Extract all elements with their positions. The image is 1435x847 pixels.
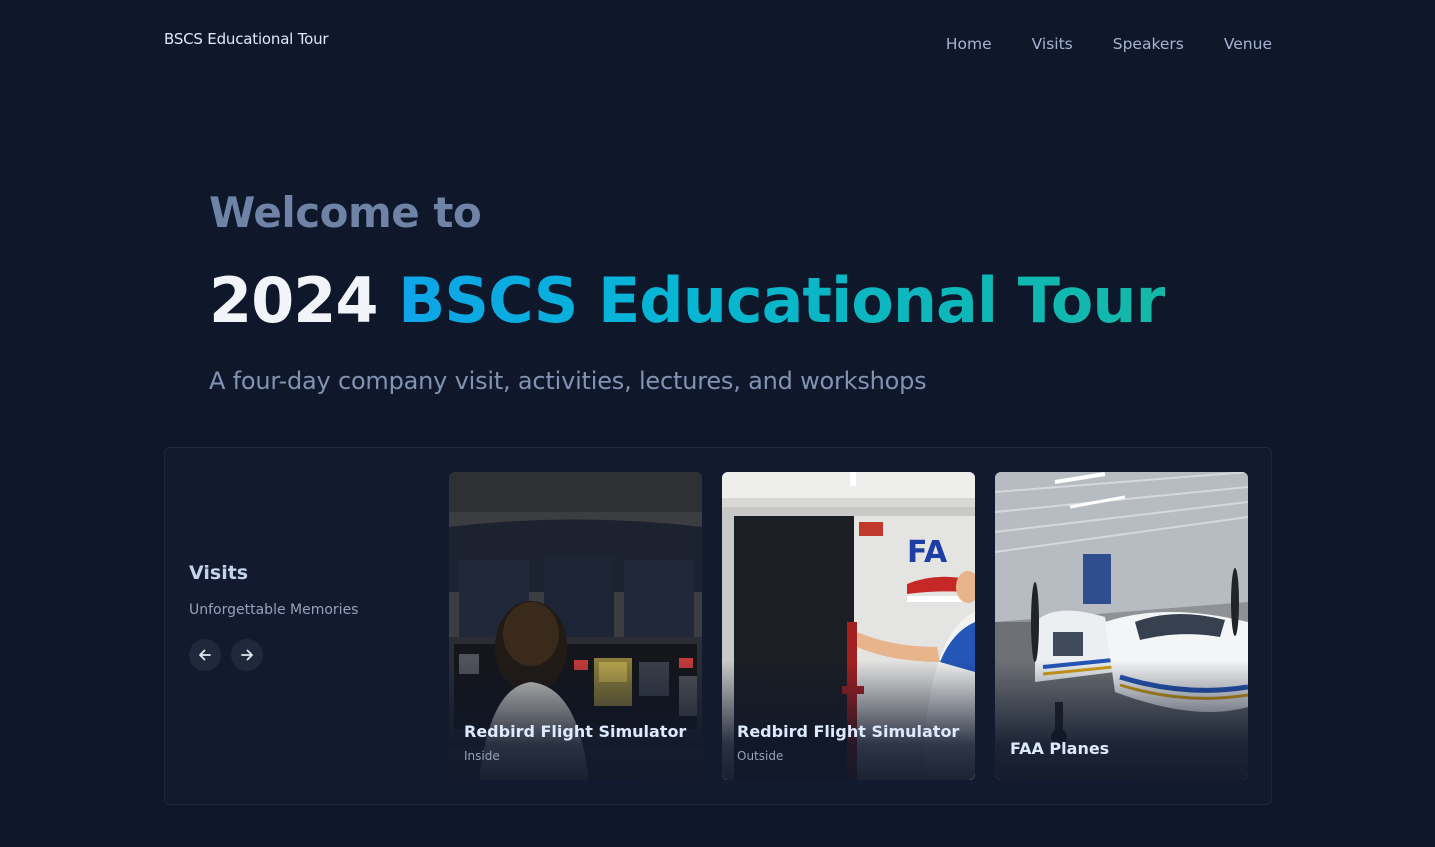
carousel-controls (189, 639, 358, 671)
card-caption: Redbird Flight Simulator Inside (464, 722, 686, 763)
hero-title-year: 2024 (209, 264, 379, 337)
visits-carousel: Visits Unforgettable Memories Redbird Fl… (164, 447, 1272, 805)
card-shade (995, 660, 1248, 780)
visit-card-faa-planes[interactable]: FAA Planes (995, 472, 1248, 780)
visits-subtitle: Unforgettable Memories (189, 602, 359, 618)
visit-card-simulator-inside[interactable]: Redbird Flight Simulator Inside (449, 472, 702, 780)
hero-title-accent: BSCS Educational Tour (398, 264, 1166, 337)
hero-subtitle: A four-day company visit, activities, le… (209, 367, 927, 396)
hero-title: 2024 BSCS Educational Tour (209, 264, 1166, 337)
card-title: Redbird Flight Simulator (737, 722, 960, 741)
card-caption: Redbird Flight Simulator Outside (737, 722, 959, 763)
prev-button[interactable] (189, 639, 221, 671)
brand-title[interactable]: BSCS Educational Tour (164, 30, 329, 48)
card-title: Redbird Flight Simulator (464, 722, 687, 741)
hero-section: Welcome to 2024 BSCS Educational Tour A … (209, 188, 1166, 396)
visit-card-simulator-outside[interactable]: FA Redbird Flight Simulator Outside (722, 472, 975, 780)
card-title: FAA Planes (1010, 739, 1110, 758)
nav-speakers[interactable]: Speakers (1113, 35, 1184, 53)
visits-title: Visits (189, 562, 249, 584)
card-subtitle: Outside (737, 749, 784, 763)
visits-info: Visits Unforgettable Memories (189, 562, 358, 671)
next-button[interactable] (231, 639, 263, 671)
hero-welcome: Welcome to (209, 188, 482, 237)
main-nav: Home Visits Speakers Venue (946, 35, 1272, 53)
nav-venue[interactable]: Venue (1224, 35, 1272, 53)
nav-home[interactable]: Home (946, 35, 992, 53)
arrow-left-icon (199, 649, 211, 661)
card-caption: FAA Planes (1010, 739, 1109, 758)
svg-text:FA: FA (907, 535, 948, 570)
nav-visits[interactable]: Visits (1032, 35, 1073, 53)
page: BSCS Educational Tour Home Visits Speake… (0, 0, 1435, 847)
card-subtitle: Inside (464, 749, 500, 763)
arrow-right-icon (241, 649, 253, 661)
visit-cards: Redbird Flight Simulator Inside FA Redbi… (449, 472, 1248, 780)
